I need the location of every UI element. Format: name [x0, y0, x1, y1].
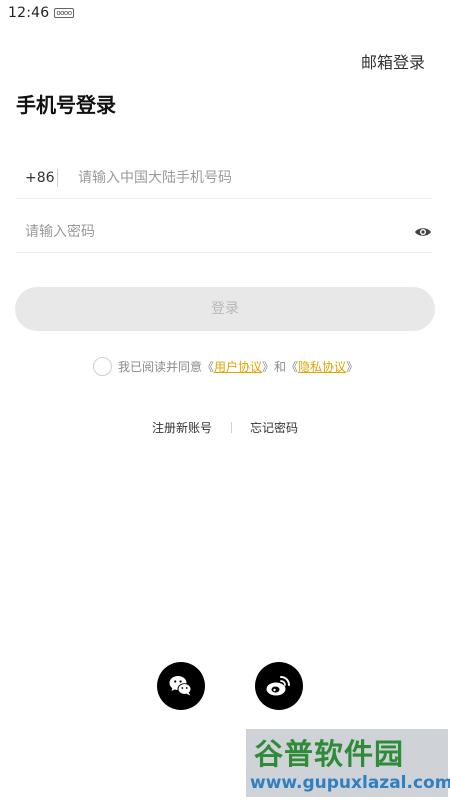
status-time: 12:46	[8, 5, 50, 21]
country-code[interactable]: +86	[16, 170, 56, 186]
wechat-login-button[interactable]	[157, 662, 205, 710]
phone-input[interactable]	[78, 169, 408, 186]
wechat-icon	[169, 676, 192, 696]
password-input[interactable]	[25, 223, 385, 240]
watermark-url: www.gupuxlazal.com	[250, 773, 450, 793]
login-button[interactable]: 登录	[15, 287, 435, 331]
watermark-logo: 谷普软件园 www.gupuxlazal.com	[246, 729, 450, 797]
account-links: 注册新账号 忘记密码	[0, 418, 450, 436]
status-indicator-icon: oooo	[54, 8, 74, 18]
agreement-middle: 》和《	[262, 359, 299, 374]
password-field-row	[16, 211, 432, 253]
agreement-row: 我已阅读并同意《 用户协议 》和《 隐私协议 》	[93, 356, 358, 376]
page-title: 手机号登录	[16, 93, 116, 117]
register-link[interactable]: 注册新账号	[152, 419, 212, 436]
agreement-suffix: 》	[346, 359, 359, 374]
status-bar: 12:46 oooo	[0, 0, 450, 26]
agreement-prefix: 我已阅读并同意《	[118, 359, 215, 374]
weibo-icon	[266, 676, 290, 696]
forgot-password-link[interactable]: 忘记密码	[250, 419, 298, 436]
weibo-login-button[interactable]	[255, 662, 303, 710]
links-divider	[231, 421, 232, 433]
watermark-title: 谷普软件园	[254, 737, 405, 771]
phone-field-row: +86	[16, 157, 432, 199]
eye-icon[interactable]	[414, 223, 432, 241]
privacy-policy-link[interactable]: 隐私协议	[298, 358, 346, 375]
login-screen: 12:46 oooo 邮箱登录 手机号登录 +86 登录 我已阅读并同意《 用户…	[0, 0, 450, 800]
agree-checkbox[interactable]	[93, 356, 112, 376]
country-code-divider	[57, 168, 58, 187]
email-login-link[interactable]: 邮箱登录	[361, 49, 425, 73]
user-agreement-link[interactable]: 用户协议	[214, 358, 262, 375]
